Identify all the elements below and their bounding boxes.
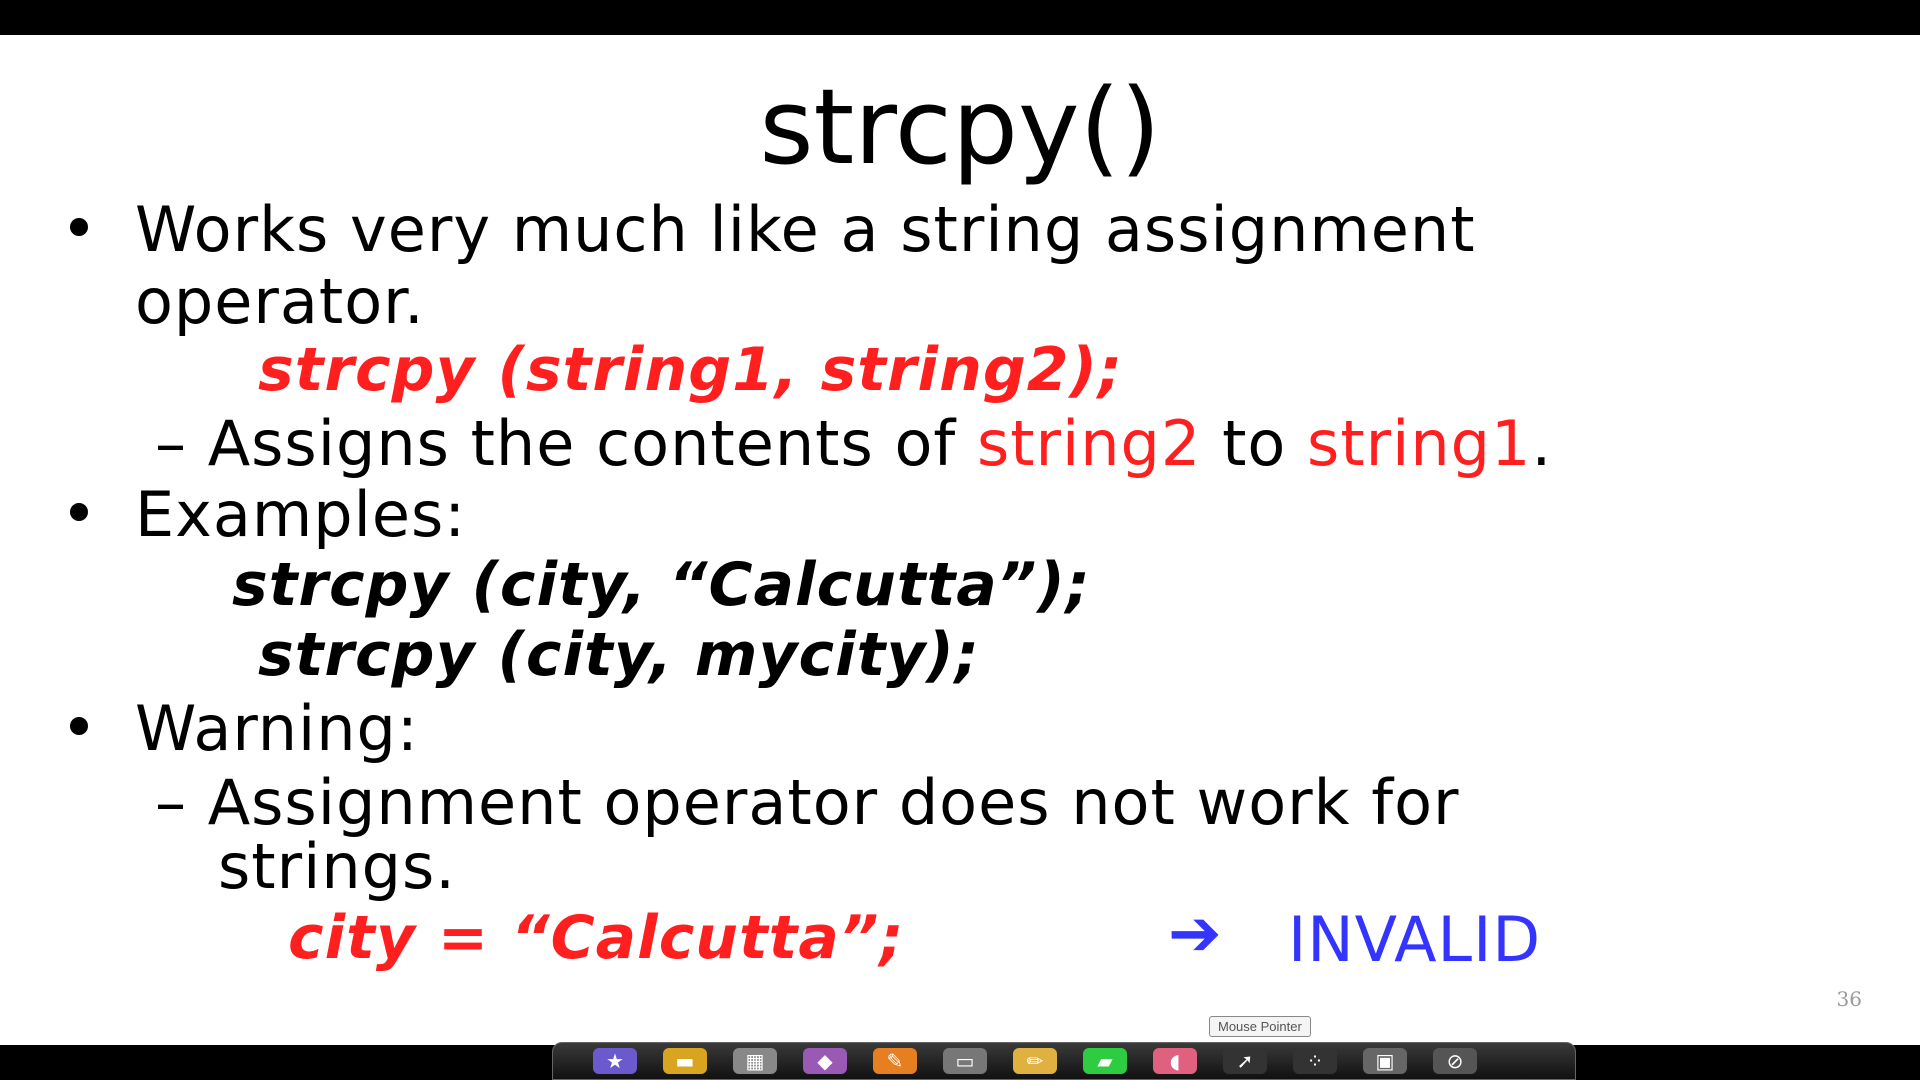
pointer-icon[interactable]: ➚ xyxy=(1223,1048,1267,1074)
assignment-line1: Assignment operator does not work for xyxy=(207,766,1460,839)
string1-highlight: string1 xyxy=(1307,407,1532,480)
assigns-text-c: . xyxy=(1531,407,1553,480)
folder-icon[interactable]: ▬ xyxy=(663,1048,707,1074)
window-icon[interactable]: ▣ xyxy=(1363,1048,1407,1074)
bullet1-line2: operator. xyxy=(135,265,425,338)
slide-title: strcpy() xyxy=(759,66,1161,188)
bullet-dot xyxy=(70,717,88,735)
invalid-label: INVALID xyxy=(1288,903,1542,976)
screen-icon[interactable]: ▭ xyxy=(943,1048,987,1074)
save-icon[interactable]: ▦ xyxy=(733,1048,777,1074)
invalid-code: city = “Calcutta”; xyxy=(288,903,905,973)
mouse-pointer-tooltip: Mouse Pointer xyxy=(1209,1016,1311,1037)
example1-code: strcpy (city, “Calcutta”); xyxy=(232,550,1091,620)
sub-bullet-assignment: – Assignment operator does not work for xyxy=(155,766,1460,839)
sub-bullet-assigns: – Assigns the contents of string2 to str… xyxy=(155,407,1552,480)
star-icon[interactable]: ★ xyxy=(593,1048,637,1074)
arrow-icon: ➔ xyxy=(1168,897,1222,971)
dash-glyph: – xyxy=(155,407,187,480)
eraser-icon[interactable]: ◆ xyxy=(803,1048,847,1074)
bullet3-warning: Warning: xyxy=(135,692,419,765)
highlighter-icon[interactable]: ▰ xyxy=(1083,1048,1127,1074)
assignment-line2: strings. xyxy=(218,830,456,903)
syntax-code: strcpy (string1, string2); xyxy=(258,335,1123,405)
page-number: 36 xyxy=(1836,987,1862,1011)
example2-code: strcpy (city, mycity); xyxy=(258,620,980,690)
string2-highlight: string2 xyxy=(976,407,1202,480)
dash-glyph: – xyxy=(155,766,187,839)
annotation-toolbar: ★ ▬ ▦ ◆ ✎ ▭ ✏ ▰ ◖ ➚ ⁘ ▣ ⊘ xyxy=(552,1042,1576,1080)
bullet1-line1: Works very much like a string assignment xyxy=(135,193,1476,266)
assigns-text-b: to xyxy=(1201,407,1308,480)
eraser-pink-icon[interactable]: ◖ xyxy=(1153,1048,1197,1074)
pen-icon[interactable]: ✎ xyxy=(873,1048,917,1074)
stop-icon[interactable]: ⊘ xyxy=(1433,1048,1477,1074)
assigns-text-a: Assigns the contents of xyxy=(207,407,977,480)
slide: strcpy() Works very much like a string a… xyxy=(0,35,1920,1045)
bullet-dot xyxy=(70,218,88,236)
dots-icon[interactable]: ⁘ xyxy=(1293,1048,1337,1074)
bullet-dot xyxy=(70,503,88,521)
bullet2-examples: Examples: xyxy=(135,478,467,551)
pencil-icon[interactable]: ✏ xyxy=(1013,1048,1057,1074)
